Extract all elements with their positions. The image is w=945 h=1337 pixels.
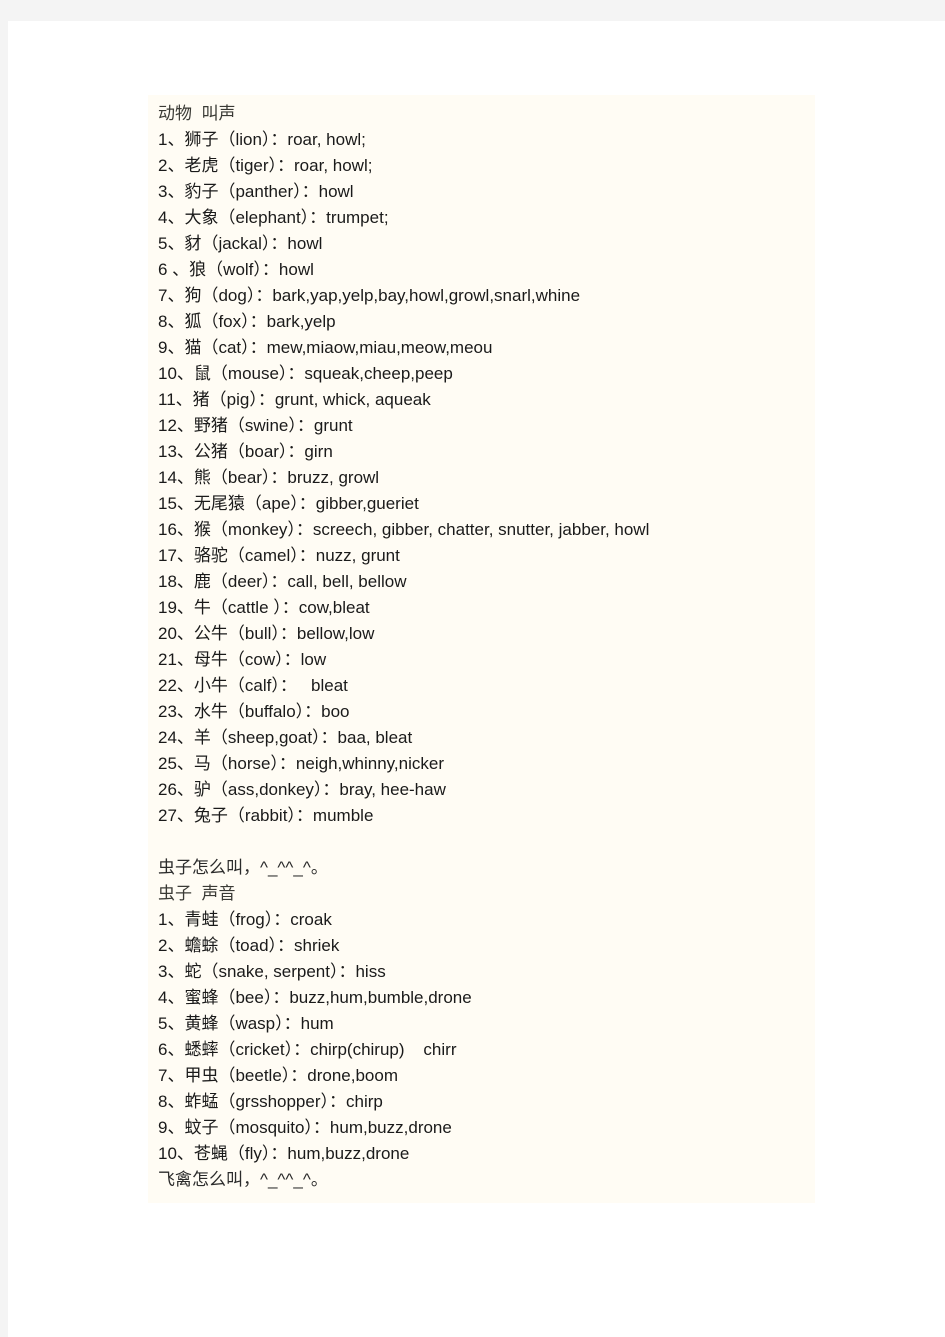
entry-animals-14: 14、熊（bear）：bruzz, growl [158,468,380,487]
entry-animals-9: 9、猫（cat）：mew,miaow,miau,meow,meou [158,338,493,357]
entry-animals-11: 11、猪（pig）：grunt, whick, aqueak [158,390,431,409]
entry-insects-6: 6、蟋蟀（cricket）：chirp(chirup) chirr [158,1040,457,1059]
entry-animals-18: 18、鹿（deer）：call, bell, bellow [158,572,407,591]
entry-animals-3: 3、豹子（panther）：howl [158,182,354,201]
entry-animals-12: 12、野猪（swine）：grunt [158,416,353,435]
entry-animals-21: 21、母牛（cow）：low [158,650,327,669]
entry-animals-2: 2、老虎（tiger）：roar, howl; [158,156,373,175]
entry-animals-19: 19、牛（cattle ）：cow,bleat [158,598,370,617]
entry-animals-17: 17、骆驼（camel）：nuzz, grunt [158,546,400,565]
section-heading-animals: 动物 叫声 [158,104,236,123]
entry-insects-7: 7、甲虫（beetle）：drone,boom [158,1066,399,1085]
entry-animals-26: 26、驴（ass,donkey）：bray, hee-haw [158,780,446,799]
entry-animals-7: 7、狗（dog）：bark,yap,yelp,bay,howl,growl,sn… [158,286,581,305]
entry-animals-25: 25、马（horse）：neigh,whinny,nicker [158,754,444,773]
document-content-block: 动物 叫声 1、狮子（lion）：roar, howl; 2、老虎（tiger）：r… [148,95,815,1203]
entry-insects-10: 10、苍蝇（fly）：hum,buzz,drone [158,1144,410,1163]
entry-animals-24: 24、羊（sheep,goat）：baa, bleat [158,728,413,747]
entry-animals-4: 4、大象（elephant）：trumpet; [158,208,389,227]
entry-animals-10: 10、鼠（mouse）：squeak,cheep,peep [158,364,453,383]
entry-insects-1: 1、青蛙（frog）：croak [158,910,332,929]
entry-insects-5: 5、黄蜂（wasp）：hum [158,1014,334,1033]
entry-animals-6: 6 、狼（wolf）：howl [158,260,314,279]
section-heading-insects: 虫子 声音 [158,884,236,903]
entry-insects-9: 9、蚊子（mosquito）：hum,buzz,drone [158,1118,452,1137]
entry-animals-23: 23、水牛（buffalo）：boo [158,702,350,721]
entry-animals-20: 20、公牛（bull）：bellow,low [158,624,375,643]
entry-animals-16: 16、猴（monkey）：screech, gibber, chatter, s… [158,520,650,539]
entry-insects-3: 3、蛇（snake, serpent）：hiss [158,962,386,981]
entry-insects-2: 2、蟾蜍（toad）：shriek [158,936,340,955]
entry-animals-15: 15、无尾猿（ape）：gibber,gueriet [158,494,419,513]
document-page: 动物 叫声 1、狮子（lion）：roar, howl; 2、老虎（tiger）：r… [8,21,945,1337]
entry-insects-4: 4、蜜蜂（bee）：buzz,hum,bumble,drone [158,988,472,1007]
entry-animals-13: 13、公猪（boar）：girn [158,442,333,461]
entry-animals-22: 22、小牛（calf）： bleat [158,676,348,695]
entry-animals-27: 27、兔子（rabbit）：mumble [158,806,374,825]
entry-animals-8: 8、狐（fox）：bark,yelp [158,312,336,331]
footer-note: 飞禽怎么叫，^_^^_^。 [158,1170,328,1189]
entry-animals-5: 5、豺（jackal）：howl [158,234,323,253]
entry-animals-1: 1、狮子（lion）：roar, howl; [158,130,366,149]
section-note-insects: 虫子怎么叫，^_^^_^。 [158,858,328,877]
entry-insects-8: 8、蚱蜢（grsshopper）：chirp [158,1092,383,1111]
